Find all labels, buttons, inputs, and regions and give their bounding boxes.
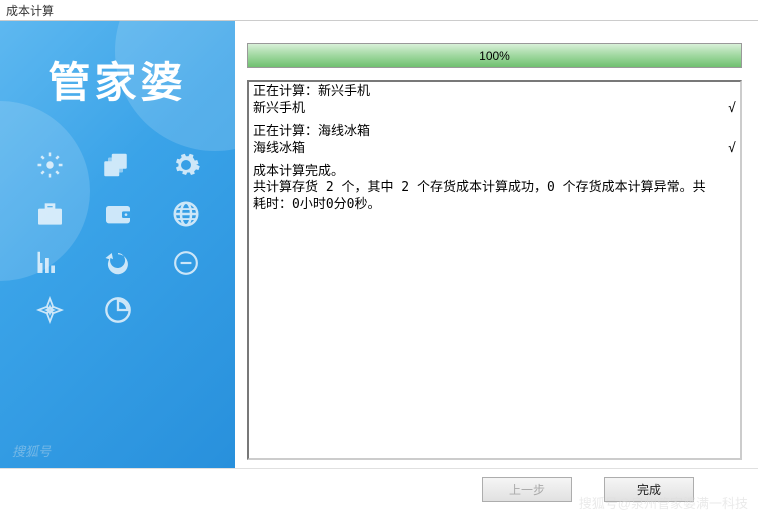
globe-icon — [161, 198, 211, 230]
log-line: 成本计算完成。 — [253, 164, 736, 181]
dialog-window: 成本计算 管家婆 100% 正在计算：新 — [0, 0, 758, 512]
minus-circle-icon — [161, 248, 211, 278]
content-area: 管家婆 100% 正在计算：新兴手机新兴手机√正在计算：海线冰箱海线冰箱√成本 — [0, 20, 758, 468]
log-line: 海线冰箱√ — [253, 141, 736, 158]
log-line: 新兴手机√ — [253, 101, 736, 118]
briefcase-icon — [25, 198, 75, 230]
dialog-footer: 上一步 完成 — [0, 468, 758, 510]
log-line: 正在计算：海线冰箱 — [253, 124, 736, 141]
sidebar-icon-grid — [0, 150, 235, 324]
settings-icon — [25, 150, 75, 180]
wallet-icon — [93, 198, 143, 230]
log-line: 共计算存货 2 个，其中 2 个存货成本计算成功，0 个存货成本计算异常。共耗时… — [253, 180, 736, 214]
window-title: 成本计算 — [6, 4, 54, 18]
progress-label: 100% — [248, 44, 741, 67]
stack-icon — [93, 150, 143, 180]
barchart-icon — [25, 248, 75, 278]
sidebar: 管家婆 — [0, 21, 235, 468]
brand-logo: 管家婆 — [0, 21, 235, 110]
progress-bar: 100% — [247, 43, 742, 68]
title-bar: 成本计算 — [0, 0, 758, 20]
log-output[interactable]: 正在计算：新兴手机新兴手机√ 正在计算：海线冰箱海线冰箱√ 成本计算完成。共计算存货… — [247, 80, 742, 460]
undo-icon — [93, 248, 143, 278]
prev-button[interactable]: 上一步 — [482, 477, 572, 502]
log-line: 正在计算：新兴手机 — [253, 84, 736, 101]
main-panel: 100% 正在计算：新兴手机新兴手机√ 正在计算：海线冰箱海线冰箱√ 成本计算完成。… — [235, 21, 758, 468]
gear-icon — [161, 150, 211, 180]
piechart-icon — [93, 296, 143, 324]
done-button[interactable]: 完成 — [604, 477, 694, 502]
star-icon — [25, 296, 75, 324]
